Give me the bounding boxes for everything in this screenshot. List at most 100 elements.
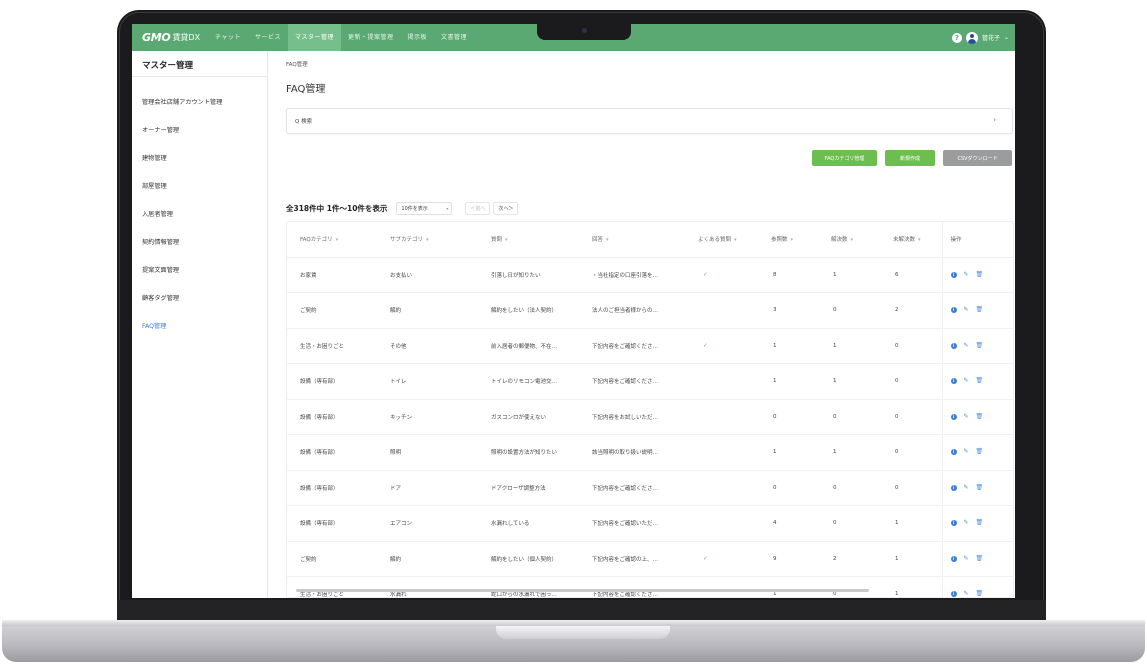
csv-download-button[interactable]: CSVダウンロード [943,150,1012,166]
table-row[interactable]: 生活・お困りごと その他 前入居者の郵便物、不在… 下記内容をご確認くださ… ✓ 1 1 0 i… [287,328,1014,364]
edit-icon[interactable]: ✎ [964,342,969,349]
edit-icon[interactable]: ✎ [964,449,969,455]
trash-icon[interactable]: 🗑 [976,378,984,384]
column-header[interactable]: サブカテゴリ ▾ [377,222,478,258]
sort-icon[interactable]: ▾ [918,237,921,243]
sidebar-item[interactable]: 建物管理 [132,145,267,173]
search-input[interactable]: Q 検索 › [286,108,1013,134]
info-icon[interactable]: i [950,413,957,420]
trash-icon[interactable]: 🗑 [976,449,984,455]
column-header[interactable]: よくある質問 ▾ [685,222,758,258]
chevron-right-icon[interactable]: › [993,116,996,124]
user-name[interactable]: 管花子 [982,33,1000,42]
sidebar-item[interactable]: 部屋管理 [132,173,267,201]
info-icon[interactable]: i [950,555,957,562]
trash-icon[interactable]: 🗑 [976,484,984,491]
table-cell: ドアクローザ調整方法 [478,470,579,506]
sort-icon[interactable]: ▾ [505,237,508,243]
row-actions: i ✎ 🗑 [950,342,1014,349]
sidebar-item[interactable]: 提案文面管理 [132,257,267,285]
avatar[interactable] [965,31,978,44]
table-cell: 下記内容をご確認くださ… [579,363,685,400]
nav-item[interactable]: 文書管理 [434,24,474,51]
table-row[interactable]: 設備（専有部） トイレ トイレのリモコン電池交… 下記内容をご確認くださ… 1 1 0 i ✎ 🗑 [287,363,1013,400]
table-cell: 引落し日が知りたい [478,257,579,293]
info-icon[interactable]: i [950,271,957,278]
trash-icon[interactable]: 🗑 [976,271,984,278]
column-header[interactable]: 解決数 ▾ [818,222,880,258]
trash-icon[interactable]: 🗑 [976,307,984,313]
column-header[interactable]: FAQカテゴリ ▾ [287,222,377,258]
chevron-down-icon[interactable]: ⌄ [1004,34,1009,41]
trash-icon[interactable]: 🗑 [976,591,984,597]
sidebar-item[interactable]: 顧客タグ管理 [132,285,267,313]
info-icon[interactable]: i [950,484,957,491]
help-icon[interactable]: ? [951,32,962,43]
edit-icon[interactable]: ✎ [964,555,969,562]
column-header[interactable]: 未解決数 ▾ [880,222,942,258]
horizontal-scrollbar[interactable] [296,589,869,592]
faq-category-button[interactable]: FAQカテゴリ管理 [812,150,877,166]
sort-icon[interactable]: ▾ [336,237,339,243]
trash-icon[interactable]: 🗑 [976,520,984,526]
nav-item[interactable]: サービス [248,24,288,51]
sidebar-item[interactable]: 契約情報管理 [132,229,267,257]
table-row[interactable]: ご契約 解約 解約をしたい（法人契約） 法人のご担当者様からの… 3 0 2 i ✎ 🗑 [287,292,1014,329]
edit-icon[interactable]: ✎ [964,271,969,278]
edit-icon[interactable]: ✎ [964,484,969,491]
info-icon[interactable]: i [950,449,957,456]
edit-icon[interactable]: ✎ [964,520,969,526]
sort-icon[interactable]: ▾ [851,237,854,243]
table-cell: 1 [880,576,942,597]
sidebar-item[interactable]: オーナー管理 [132,117,267,145]
next-page-button[interactable]: 次へ＞ [493,202,519,215]
sidebar-item[interactable]: FAQ管理 [132,313,267,341]
edit-icon[interactable]: ✎ [964,413,969,420]
table-row[interactable]: 設備（専有部） ドア ドアクローザ調整方法 下記内容をご確認くださ… 0 0 0 i ✎ 🗑 [287,470,1013,506]
sort-icon[interactable]: ▾ [734,237,737,243]
prev-page-button[interactable]: ＜前へ [465,202,491,215]
new-button[interactable]: 新規作成 [885,150,935,166]
logo[interactable]: GMO 賃貸DX [132,31,208,44]
edit-icon[interactable]: ✎ [964,307,969,313]
table-row[interactable]: 設備（専有部） エアコン 水漏れしている 下記内容をご確認いただ… 4 0 1 i ✎ 🗑 [287,505,1013,542]
column-header[interactable]: 回答 ▾ [579,222,685,258]
info-icon[interactable]: i [950,342,957,349]
table-row[interactable]: 設備（専有部） 照明 照明の設置方法が知りたい 該当照明の取り扱い説明… 1 1 0 i ✎ 🗑 [287,434,1013,471]
sidebar-item[interactable]: 管理会社店舗アカウント管理 [132,89,267,117]
table-row[interactable]: お家賃 お支払い 引落し日が知りたい ・当社指定の口座引落を… ✓ 8 1 6 i ✎ 🗑 [287,257,1013,293]
table-cell: 1 [880,541,942,577]
nav-item[interactable]: 掲示板 [401,24,435,51]
edit-icon[interactable]: ✎ [964,378,969,384]
table-cell: 下記内容をご確認の上、… [579,541,685,577]
nav-item[interactable]: マスター管理 [287,24,341,51]
table-row[interactable]: 設備（専有部） キッチン ガスコンロが使えない 下記内容をお試しいただ… 0 0 0 i ✎ 🗑 [287,399,1013,435]
table-cell: 照明 [377,434,478,471]
sidebar-item[interactable]: 入居者管理 [132,201,267,229]
nav-item[interactable]: チャット [208,24,248,51]
nav-item[interactable]: 更新・提案管理 [341,24,401,51]
breadcrumb[interactable]: FAQ管理 [286,60,308,68]
trash-icon[interactable]: 🗑 [976,413,984,420]
sort-icon[interactable]: ▾ [606,237,609,243]
edit-icon[interactable]: ✎ [964,591,969,597]
table-row[interactable]: ご契約 解約 解約をしたい（個人契約） 下記内容をご確認の上、… ✓ 9 2 1 i ✎ 🗑 [287,541,1013,577]
actions-cell: i ✎ 🗑 [941,434,1013,471]
table-row[interactable]: 生活・お困りごと 水漏れ 蛇口からの水漏れで困っ… 下記内容をご確認くださ… 1 0 1 i ✎… [287,576,1013,597]
sort-icon[interactable]: ▾ [791,237,794,243]
trash-icon[interactable]: 🗑 [976,342,984,349]
trash-icon[interactable]: 🗑 [976,555,984,562]
info-icon[interactable]: i [950,591,957,597]
row-actions: i ✎ 🗑 [950,307,1014,314]
info-icon[interactable]: i [950,307,957,314]
sort-icon[interactable]: ▾ [426,237,429,243]
per-page-select[interactable]: 10件を表示 ▾ [396,202,453,215]
main-content: FAQ管理 FAQ管理 Q 検索 › FAQカテゴリ管理 新規作成 CSVダウン… [269,51,1015,598]
info-icon[interactable]: i [950,520,957,527]
column-header[interactable]: 参照数 ▾ [758,222,818,258]
info-icon[interactable]: i [950,378,957,385]
table-cell: 6 [880,257,942,293]
table-cell: 1 [818,257,880,293]
column-header[interactable]: 質問 ▾ [478,222,579,258]
table-cell: ✓ [685,541,758,577]
